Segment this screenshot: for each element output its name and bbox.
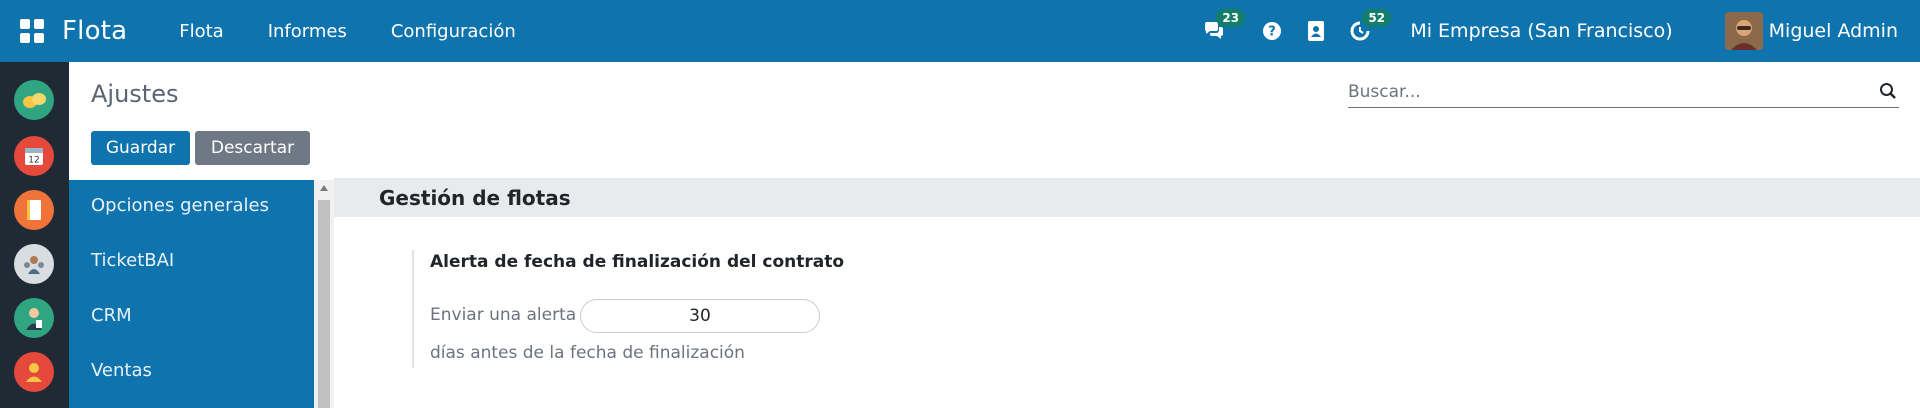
menu-flota[interactable]: Flota: [179, 21, 223, 42]
section-title: Gestión de flotas: [379, 185, 571, 210]
settings-nav-crm[interactable]: CRM: [91, 305, 132, 326]
settings-nav-ventas[interactable]: Ventas: [91, 360, 152, 381]
contacts-icon[interactable]: [14, 244, 54, 284]
recruitment-icon[interactable]: [14, 352, 54, 392]
calendar-icon[interactable]: 12: [14, 136, 54, 176]
contacts-book-icon[interactable]: [1304, 19, 1328, 43]
messages-badge: 23: [1216, 9, 1246, 27]
app-rail: 12: [0, 62, 69, 408]
scroll-up-arrow-icon[interactable]: [320, 185, 328, 191]
setting-divider: [412, 250, 414, 368]
alert-days-input[interactable]: [580, 299, 820, 333]
scroll-thumb[interactable]: [318, 200, 330, 408]
search-input[interactable]: [1348, 81, 1868, 102]
svg-text:12: 12: [28, 156, 39, 166]
employees-icon[interactable]: [14, 298, 54, 338]
settings-nav-ticketbai[interactable]: TicketBAI: [91, 250, 174, 271]
menu-informes[interactable]: Informes: [268, 21, 347, 42]
search-bar[interactable]: [1348, 76, 1899, 108]
notes-icon[interactable]: [14, 190, 54, 230]
sidebar-scrollbar[interactable]: [314, 180, 334, 408]
company-switcher[interactable]: Mi Empresa (San Francisco): [1410, 20, 1672, 42]
menu-configuracion[interactable]: Configuración: [391, 21, 516, 42]
settings-sidebar: Opciones generales TicketBAI CRM Ventas: [69, 180, 314, 408]
messages-icon[interactable]: 23: [1202, 9, 1246, 43]
top-navbar: Flota Flota Informes Configuración 23 ?: [0, 0, 1920, 62]
setting-label: Enviar una alerta: [430, 305, 577, 325]
page-title: Ajustes: [91, 80, 179, 108]
discuss-icon[interactable]: [14, 80, 54, 120]
discard-button[interactable]: Descartar: [195, 131, 310, 165]
activities-clock-icon[interactable]: 52: [1348, 9, 1392, 43]
save-button[interactable]: Guardar: [91, 131, 190, 165]
user-menu[interactable]: Miguel Admin: [1769, 20, 1898, 42]
search-icon[interactable]: [1879, 82, 1897, 104]
settings-nav-general[interactable]: Opciones generales: [91, 195, 269, 216]
help-icon[interactable]: ?: [1260, 19, 1284, 43]
section-header: Gestión de flotas: [334, 178, 1920, 217]
setting-suffix-label: días antes de la fecha de finalización: [430, 343, 745, 363]
app-brand[interactable]: Flota: [62, 16, 127, 46]
svg-text:?: ?: [1269, 25, 1277, 40]
app-menu-icon[interactable]: [20, 19, 44, 43]
activities-badge: 52: [1362, 9, 1392, 27]
setting-title: Alerta de fecha de finalización del cont…: [430, 252, 845, 272]
user-avatar[interactable]: [1724, 12, 1763, 50]
